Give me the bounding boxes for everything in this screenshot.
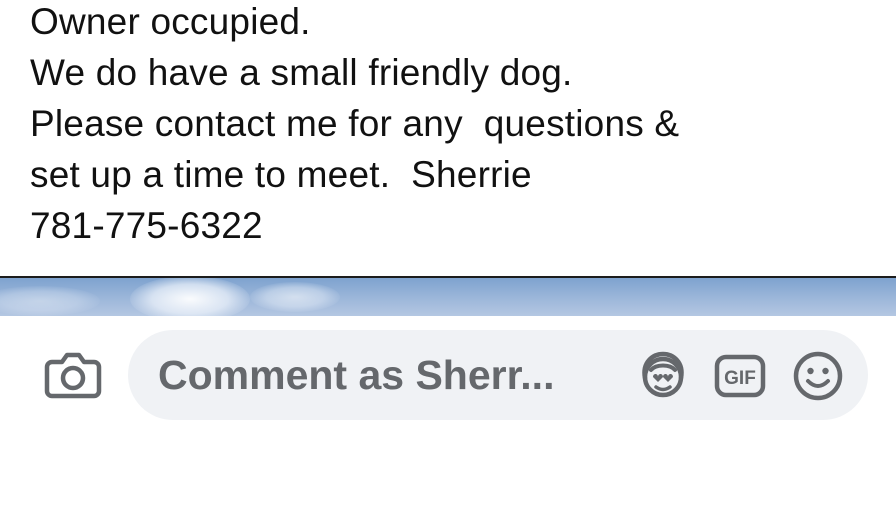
gif-icon: GIF (714, 354, 766, 398)
emoji-icon (793, 351, 843, 401)
cloud (250, 282, 340, 312)
comment-input[interactable]: Comment as Sherr... GIF (128, 330, 868, 420)
post-line: set up a time to meet. Sherrie (30, 154, 532, 195)
cloud (130, 278, 250, 316)
avatar-sticker-icon (642, 351, 684, 398)
avatar-sticker-button[interactable] (636, 350, 690, 400)
camera-icon (44, 352, 102, 399)
emoji-button[interactable] (792, 350, 844, 402)
comment-placeholder: Comment as Sherr... (158, 352, 555, 398)
post-photo[interactable] (0, 278, 896, 316)
camera-button[interactable] (44, 348, 102, 402)
gif-button[interactable]: GIF (714, 354, 766, 398)
post-body: Owner occupied. We do have a small frien… (30, 0, 890, 251)
gif-label: GIF (724, 368, 756, 389)
cloud (0, 286, 100, 316)
post-line: Please contact me for any questions & (30, 103, 680, 144)
post-line: Owner occupied. (30, 1, 311, 42)
post-line: We do have a small friendly dog. (30, 52, 573, 93)
post-line: 781-775-6322 (30, 205, 263, 246)
